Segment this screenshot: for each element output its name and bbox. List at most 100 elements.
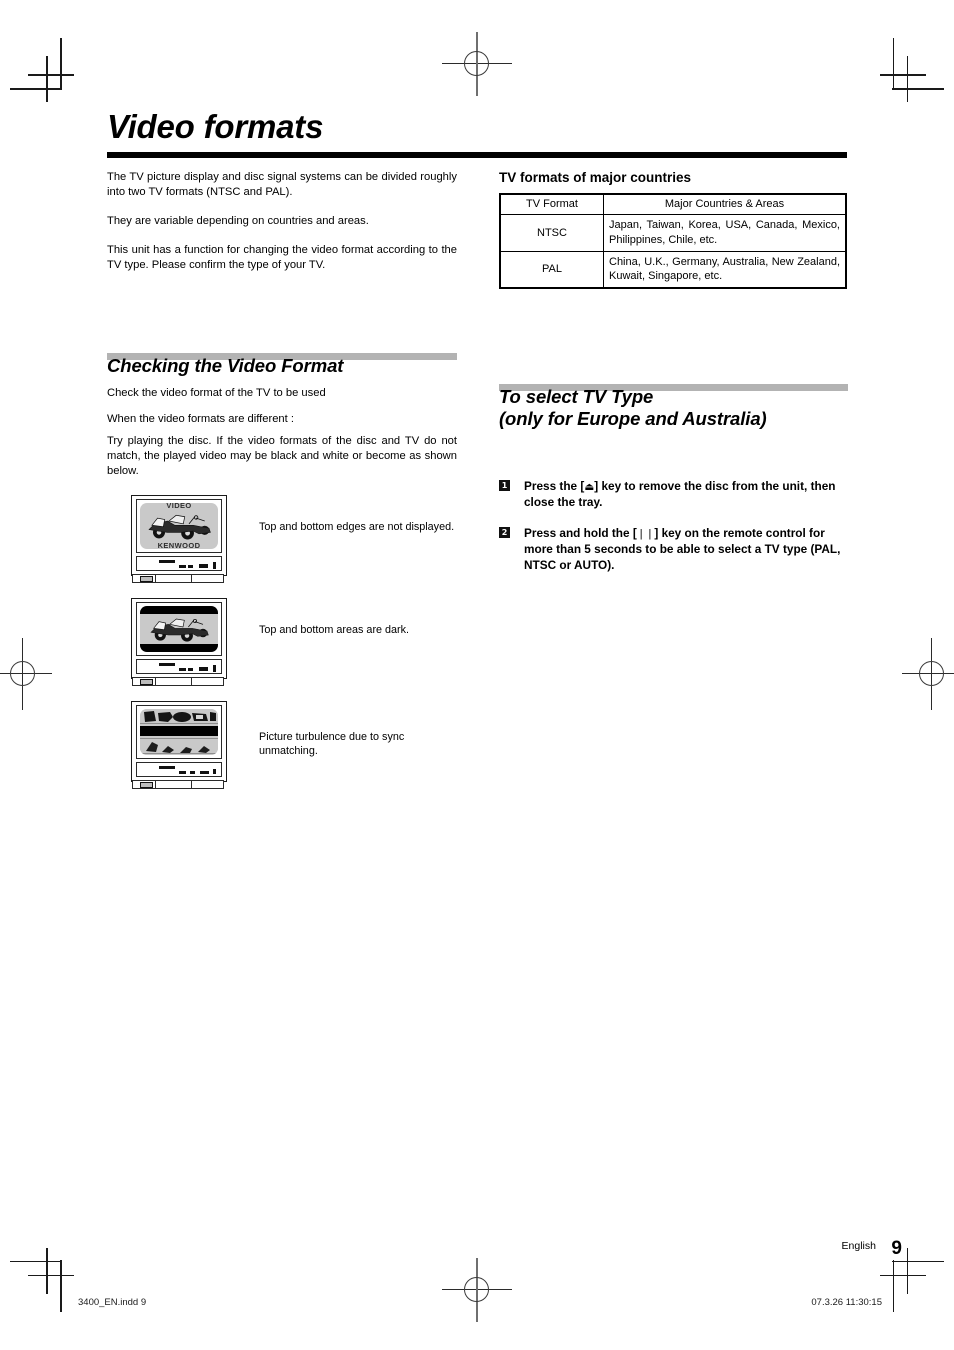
table-header-row: TV Format Major Countries & Areas bbox=[499, 193, 847, 215]
tv-panel-slot-main bbox=[159, 765, 175, 769]
right-column: TV formats of major countries TV Format … bbox=[499, 170, 848, 588]
figure-caption-1: Top and bottom edges are not displayed. bbox=[259, 520, 455, 533]
tv-inner-frame bbox=[136, 601, 222, 656]
tv-control-panel bbox=[136, 658, 222, 674]
torn-picture-graphic bbox=[140, 708, 218, 755]
table-header-format: TV Format bbox=[499, 193, 604, 215]
tv-illustration-sync-error bbox=[131, 700, 227, 790]
tv-panel-slot-main bbox=[159, 559, 175, 563]
letterbox-bar-bottom bbox=[140, 643, 218, 652]
imprint-filename: 3400_EN.indd 9 bbox=[78, 1297, 147, 1308]
letterbox-bar-top bbox=[140, 605, 218, 614]
table-row: PAL China, U.K., Germany, Australia, New… bbox=[499, 250, 847, 289]
tv-panel-slot-b bbox=[190, 770, 195, 774]
registration-mark-right bbox=[894, 638, 954, 710]
tv-panel-slot-c bbox=[199, 563, 208, 568]
intro-paragraph-2: They are variable depending on countries… bbox=[107, 215, 369, 228]
tv-panel-slot-d bbox=[213, 561, 216, 569]
tv-panel-slot-b bbox=[188, 667, 193, 671]
tv-panel-slot-a bbox=[179, 770, 186, 774]
tv-illustration-letterboxed bbox=[131, 597, 227, 687]
tv-base-divider-2 bbox=[191, 780, 192, 788]
document-page: Video formats The TV picture display and… bbox=[0, 0, 954, 1350]
tv-base-divider-2 bbox=[191, 677, 192, 685]
step-number-badge: 1 bbox=[499, 479, 510, 491]
tv-inner-frame bbox=[136, 704, 222, 759]
tv-inner-frame: VIDEO KENWOOD bbox=[136, 498, 222, 553]
table-row: NTSC Japan, Taiwan, Korea, USA, Canada, … bbox=[499, 213, 847, 252]
checking-line-2: When the video formats are different : bbox=[107, 413, 294, 426]
tv-panel-slot-d bbox=[213, 768, 216, 774]
intro-paragraph-1: The TV picture display and disc signal s… bbox=[107, 171, 457, 199]
step-item-2: 2 Press and hold the [❘❘] key on the remo… bbox=[499, 525, 848, 574]
figure-row-1: VIDEO KENWOOD Top and bottom edges are n… bbox=[107, 494, 457, 584]
footer-language-label: English bbox=[841, 1240, 876, 1252]
tv-formats-table: TV Format Major Countries & Areas NTSC J… bbox=[499, 193, 847, 290]
tv-panel-slot-c bbox=[199, 666, 208, 671]
tv-screen bbox=[140, 708, 218, 755]
pause-key-icon: ❘❘ bbox=[636, 527, 655, 540]
checking-line-3: Try playing the disc. If the video forma… bbox=[107, 434, 457, 477]
figure-row-3: Picture turbulence due to sync unmatchin… bbox=[107, 700, 457, 790]
figure-row-2: Top and bottom areas are dark. bbox=[107, 597, 457, 687]
table-caption: TV formats of major countries bbox=[499, 170, 692, 185]
tv-panel-slot-main bbox=[159, 662, 175, 666]
car-graphic bbox=[148, 514, 211, 540]
tv-base-chip bbox=[140, 782, 153, 789]
tv-type-heading-line-1: To select TV Type bbox=[499, 386, 654, 408]
tv-panel-slot-b bbox=[188, 564, 193, 568]
tv-base-chip bbox=[140, 679, 153, 686]
tv-base bbox=[132, 573, 224, 583]
title-rule bbox=[107, 152, 847, 158]
step-1-text-before: Press the [ bbox=[524, 478, 585, 493]
checking-line-1: Check the video format of the TV to be u… bbox=[107, 387, 326, 400]
tv-base bbox=[132, 779, 224, 789]
tv-screen bbox=[140, 605, 218, 652]
crop-mark-bottom-right bbox=[880, 1248, 944, 1312]
table-cell-format-pal: PAL bbox=[499, 250, 604, 289]
tv-type-section-heading: To select TV Type (only for Europe and A… bbox=[499, 384, 848, 430]
car-graphic bbox=[150, 618, 209, 642]
crop-mark-bottom-left bbox=[10, 1248, 74, 1312]
checking-heading-text: Checking the Video Format bbox=[107, 354, 344, 376]
footer-page-number: 9 bbox=[891, 1238, 902, 1259]
tv-base-divider-1 bbox=[155, 780, 156, 788]
step-number-badge: 2 bbox=[499, 526, 510, 538]
tv-panel-slot-a bbox=[179, 564, 186, 568]
intro-paragraph-3: This unit has a function for changing th… bbox=[107, 244, 457, 272]
checking-section-heading: Checking the Video Format bbox=[107, 352, 457, 377]
crop-mark-top-right bbox=[880, 38, 944, 102]
tv-panel-slot-c bbox=[200, 770, 209, 774]
screen-bottom-label: KENWOOD bbox=[157, 540, 201, 549]
tv-illustration-cropped: VIDEO KENWOOD bbox=[131, 494, 227, 584]
tv-base-divider-1 bbox=[155, 574, 156, 582]
tv-base-chip bbox=[140, 576, 153, 583]
tv-base-divider-1 bbox=[155, 677, 156, 685]
tv-base-divider-2 bbox=[191, 574, 192, 582]
tv-panel-slot-a bbox=[179, 667, 186, 671]
table-header-areas: Major Countries & Areas bbox=[603, 193, 847, 215]
figure-caption-2: Top and bottom areas are dark. bbox=[259, 623, 410, 636]
tv-control-panel bbox=[136, 555, 222, 571]
table-cell-areas-ntsc: Japan, Taiwan, Korea, USA, Canada, Mexic… bbox=[603, 213, 847, 252]
step-item-1: 1 Press the [⏏] key to remove the disc fr… bbox=[499, 478, 848, 511]
imprint-timestamp: 07.3.26 11:30:15 bbox=[811, 1297, 882, 1308]
page-title: Video formats bbox=[107, 108, 324, 145]
tv-type-steps-list: 1 Press the [⏏] key to remove the disc fr… bbox=[499, 478, 848, 574]
tv-base bbox=[132, 676, 224, 686]
registration-mark-bottom bbox=[442, 1258, 512, 1322]
figure-caption-3: Picture turbulence due to sync unmatchin… bbox=[259, 730, 405, 758]
registration-mark-left bbox=[0, 638, 60, 710]
crop-mark-top-left bbox=[10, 38, 74, 102]
step-2-text-before: Press and hold the [ bbox=[524, 525, 637, 540]
tv-screen: VIDEO KENWOOD bbox=[140, 502, 218, 549]
left-column: The TV picture display and disc signal s… bbox=[107, 170, 457, 804]
tv-control-panel bbox=[136, 761, 222, 777]
tv-panel-slot-d bbox=[213, 664, 216, 672]
registration-mark-top bbox=[442, 32, 512, 96]
screen-top-label: VIDEO bbox=[166, 502, 192, 510]
table-cell-format-ntsc: NTSC bbox=[499, 213, 604, 252]
eject-key-icon: ⏏ bbox=[584, 480, 595, 493]
tv-type-heading-text: To select TV Type (only for Europe and A… bbox=[499, 384, 848, 430]
table-cell-areas-pal: China, U.K., Germany, Australia, New Zea… bbox=[603, 250, 847, 289]
